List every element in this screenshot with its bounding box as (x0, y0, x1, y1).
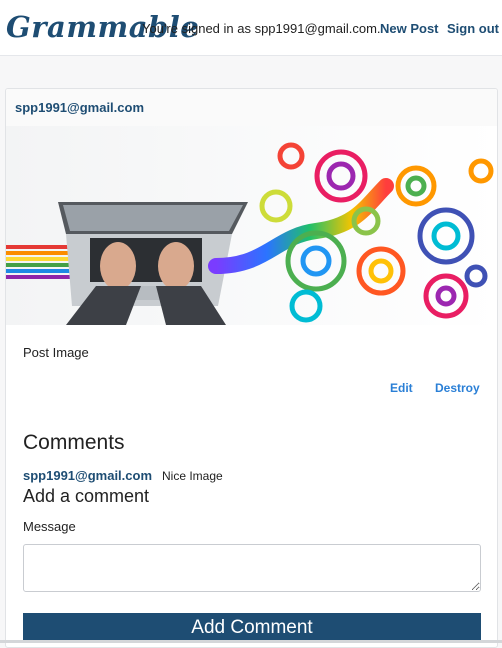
message-input[interactable] (23, 544, 481, 592)
add-comment-button[interactable]: Add Comment (23, 613, 481, 643)
message-label: Message (23, 519, 76, 534)
comment-text: Nice Image (162, 469, 223, 483)
post-author: spp1991@gmail.com (15, 100, 145, 115)
post-card: spp1991@gmail.com Post Image Edit Destro… (5, 88, 498, 648)
comments-heading: Comments (23, 431, 125, 454)
sign-out-link[interactable]: Sign out (447, 21, 499, 36)
navbar: Grammable You're signed in as spp1991@gm… (0, 0, 502, 56)
post-image (6, 126, 497, 325)
post-card-header: spp1991@gmail.com (6, 89, 497, 126)
destroy-post-link[interactable]: Destroy (435, 381, 480, 395)
signed-in-text: You're signed in as spp1991@gmail.com. (142, 21, 381, 36)
new-post-link[interactable]: New Post (380, 21, 439, 36)
edit-post-link[interactable]: Edit (390, 381, 413, 395)
add-comment-heading: Add a comment (23, 486, 150, 506)
post-caption: Post Image (23, 345, 89, 360)
comment-author: spp1991@gmail.com (23, 468, 153, 483)
